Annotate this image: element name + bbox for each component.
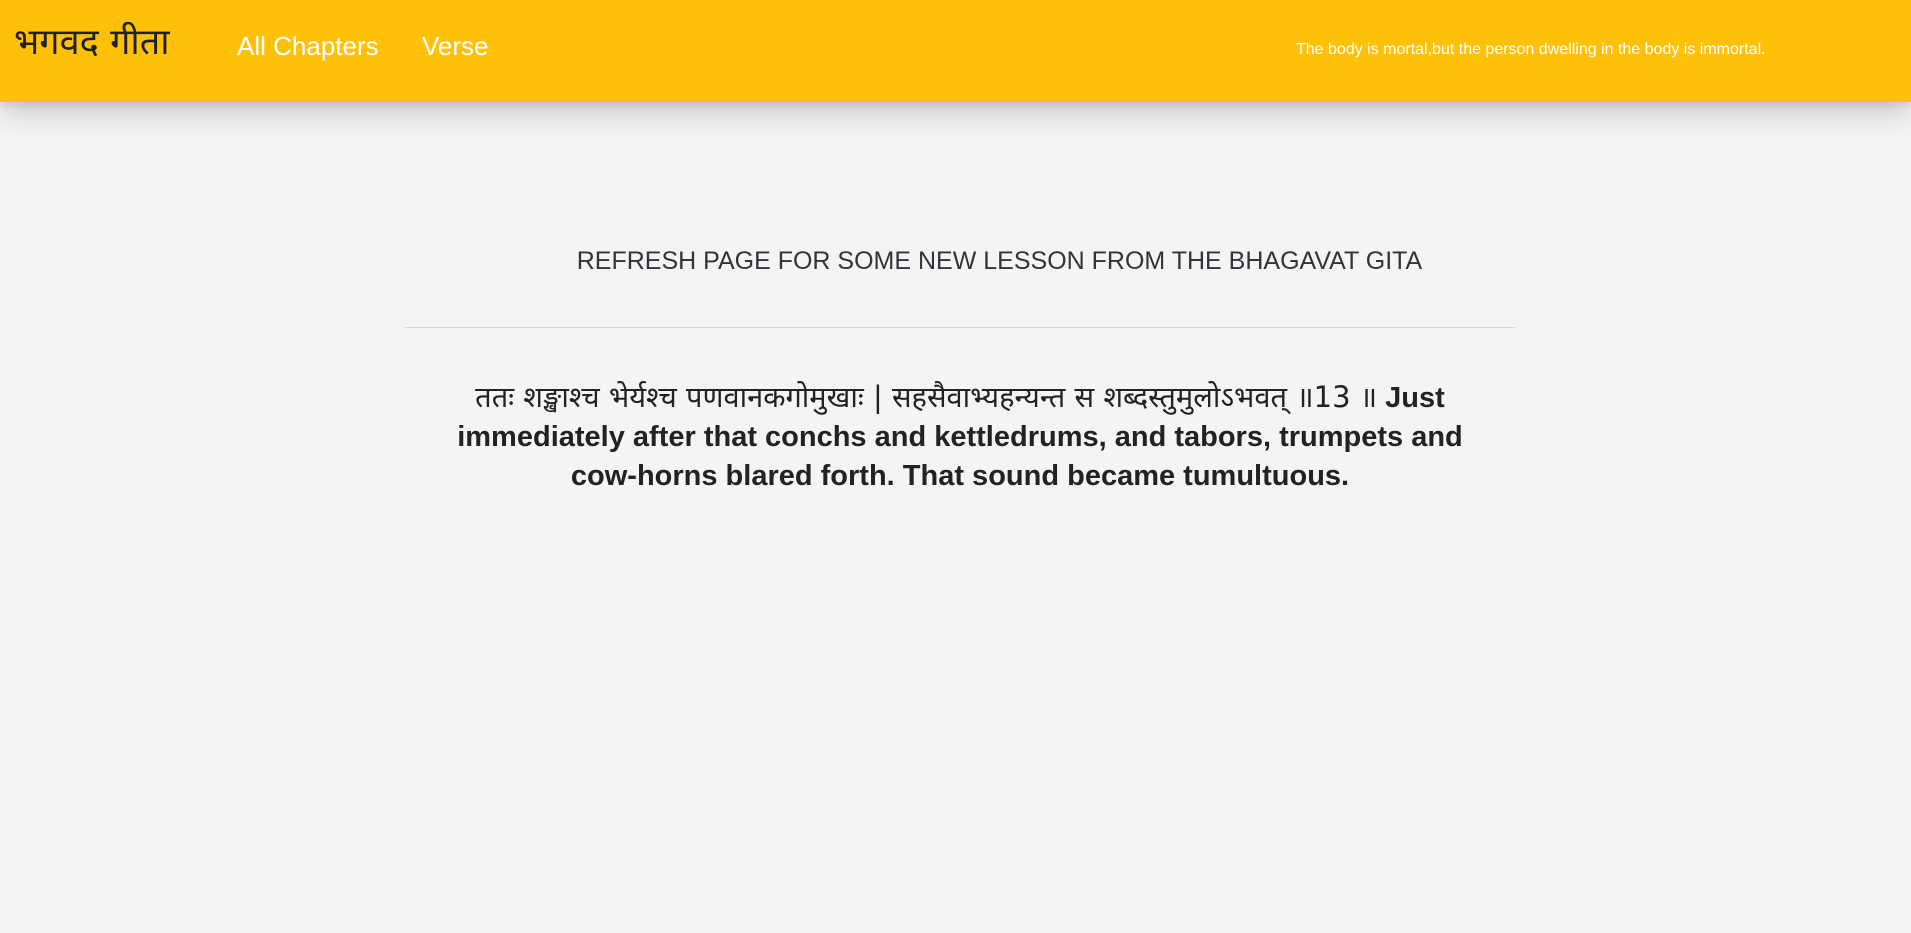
- divider: [405, 327, 1515, 328]
- page-heading: REFRESH PAGE FOR SOME NEW LESSON FROM TH…: [576, 247, 1423, 275]
- verse-text: ततः शङ्खाश्च भेर्यश्च पणवानकगोमुखाः | सह…: [445, 378, 1475, 496]
- nav-link-all-chapters[interactable]: All Chapters: [237, 28, 379, 64]
- header-quote: The body is mortal,but the person dwelli…: [1296, 41, 1766, 58]
- nav-link-verse[interactable]: Verse: [422, 28, 489, 64]
- verse-sanskrit: ततः शङ्खाश्च भेर्यश्च पणवानकगोमुखाः | सह…: [475, 380, 1378, 414]
- navbar: भगवद गीता All Chapters Verse The body is…: [0, 0, 1911, 102]
- brand-logo-link[interactable]: भगवद गीता: [14, 18, 170, 68]
